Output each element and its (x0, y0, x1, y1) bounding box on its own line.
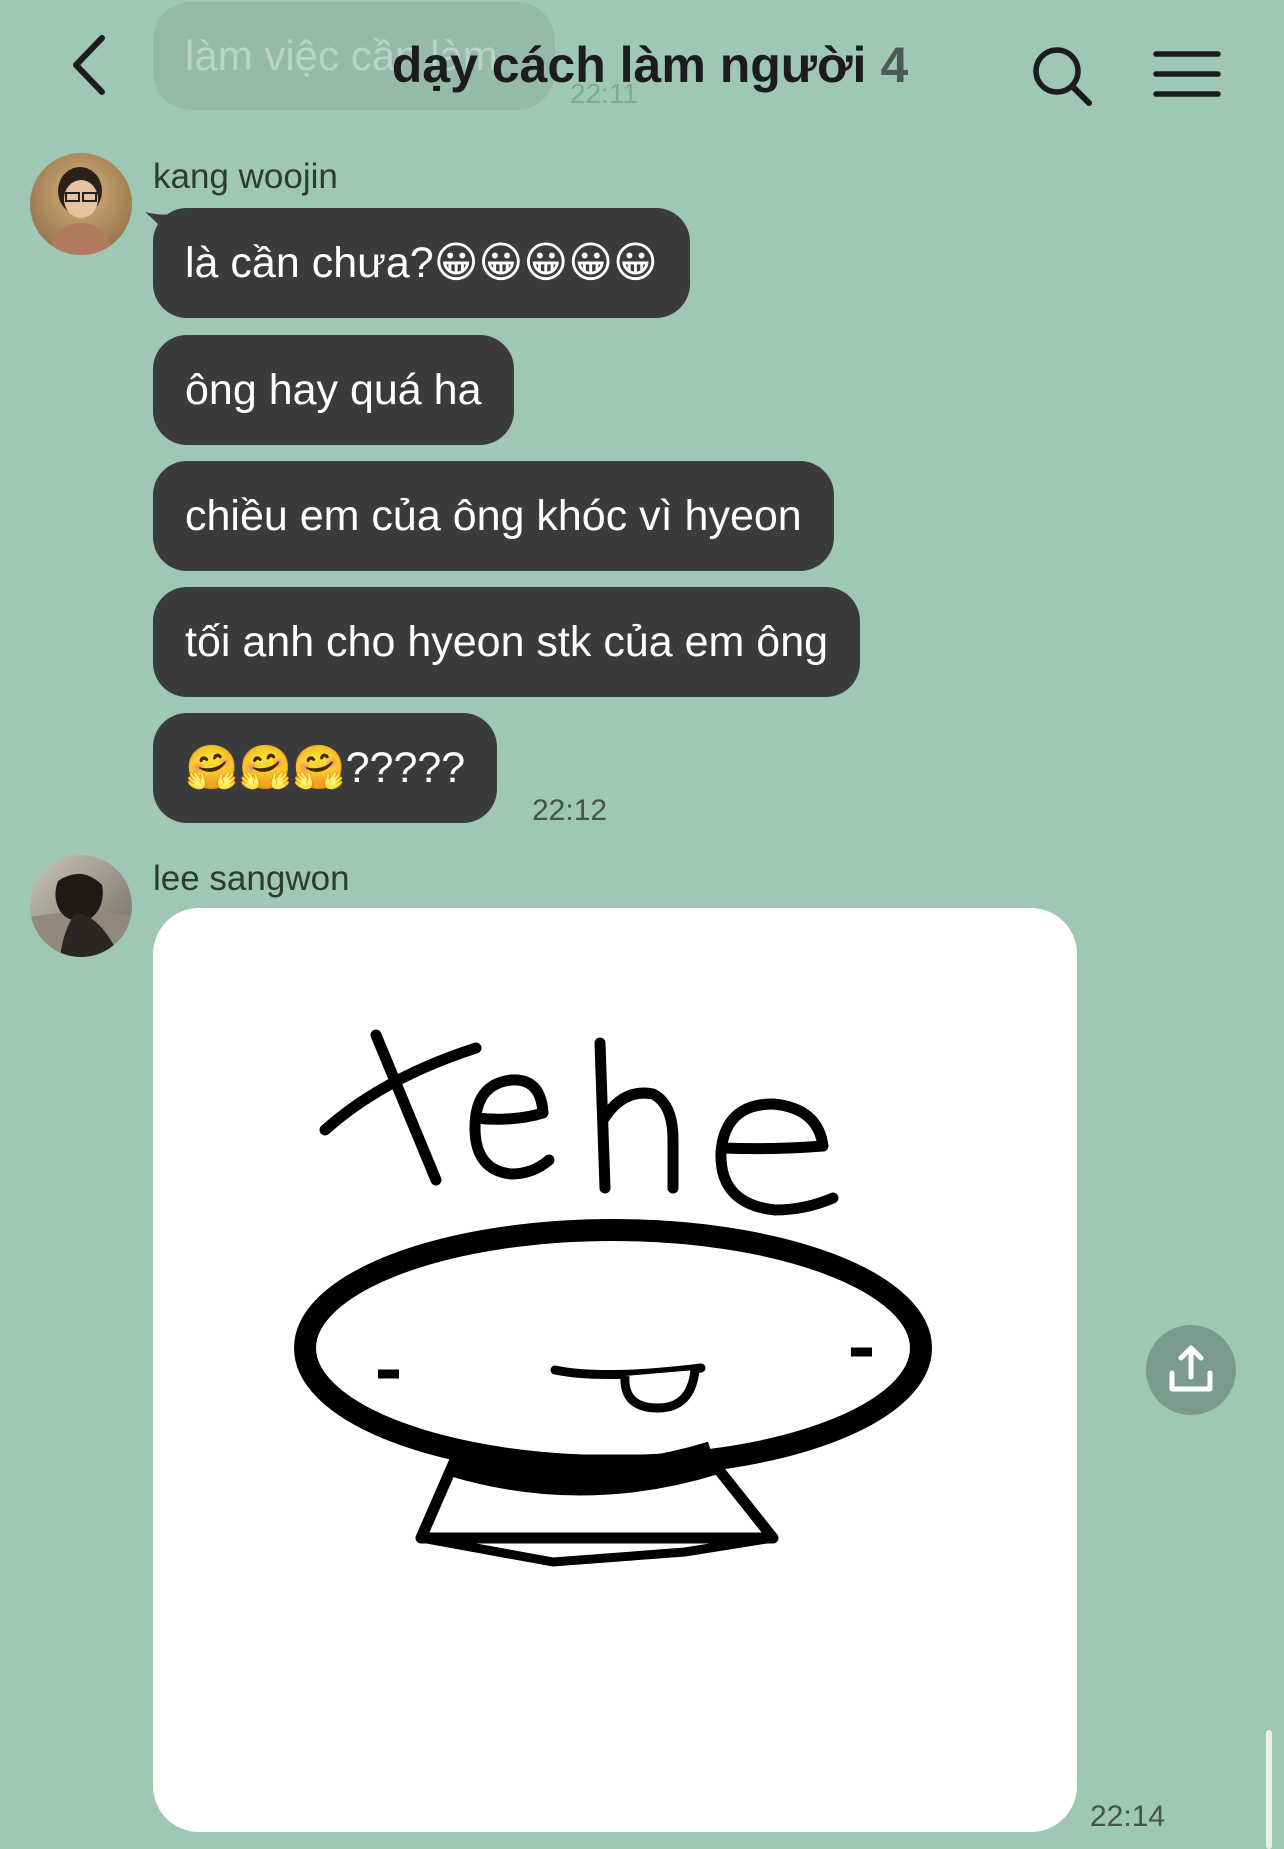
member-count: 4 (880, 37, 909, 93)
search-icon (1033, 47, 1092, 106)
message-text: chiều em của ông khóc vì hyeon (185, 492, 802, 540)
message-bubble[interactable]: 🤗🤗🤗????? (153, 713, 498, 823)
sticker-image[interactable] (153, 908, 1077, 1832)
chevron-left-icon (73, 35, 105, 95)
scrollbar[interactable] (1266, 1730, 1272, 1849)
profile-photo-icon (30, 855, 132, 957)
sticker-face (294, 1219, 932, 1567)
chat-title: dạy cách làm người 4 (380, 30, 920, 100)
message-text: tối anh cho hyeon stk của em ông (185, 618, 829, 666)
hamburger-menu-icon (1153, 51, 1221, 97)
message-time: 22:14 (1090, 1800, 1166, 1833)
tehe-sticker (294, 1029, 932, 1567)
chat-title-text: dạy cách làm người (391, 37, 867, 93)
message-text: là cần chưa?😀😀😀😀😀 (185, 239, 658, 287)
message-bubble[interactable]: ông hay quá ha (153, 335, 514, 445)
message-bubble[interactable]: chiều em của ông khóc vì hyeon (153, 461, 834, 571)
share-button[interactable] (1146, 1325, 1236, 1415)
share-upload-icon (1169, 1345, 1213, 1392)
back-button[interactable] (62, 30, 122, 100)
search-button[interactable] (1030, 44, 1096, 110)
sender-name: kang woojin (153, 157, 338, 196)
message-bubble[interactable]: là cần chưa?😀😀😀😀😀 (153, 208, 690, 318)
sender-name: lee sangwon (153, 859, 350, 898)
menu-button[interactable] (1152, 44, 1222, 104)
profile-photo-icon (30, 153, 132, 255)
sticker-lettering (319, 1029, 839, 1216)
avatar-lee-sangwon[interactable] (30, 855, 132, 957)
message-time: 22:12 (532, 794, 608, 827)
message-text: 🤗🤗🤗????? (185, 744, 466, 792)
avatar-kang-woojin[interactable] (30, 153, 132, 255)
message-text: ông hay quá ha (185, 366, 482, 414)
message-bubble[interactable]: tối anh cho hyeon stk của em ông (153, 587, 861, 697)
